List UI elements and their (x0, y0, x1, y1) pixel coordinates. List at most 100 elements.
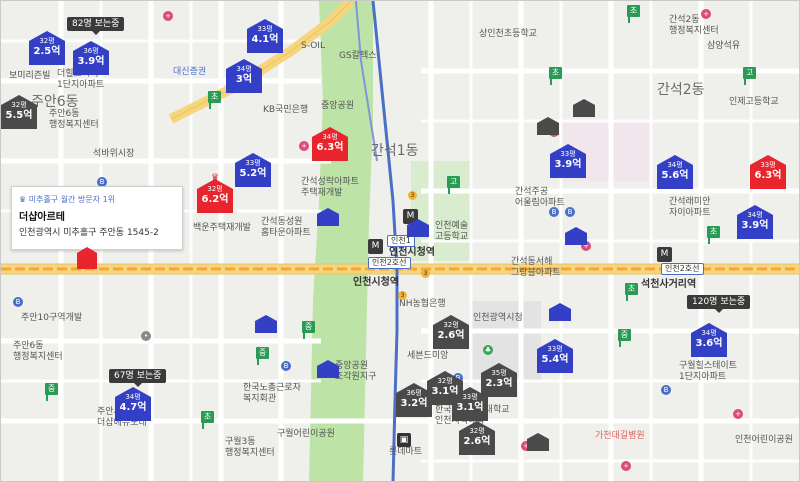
pin-price: 3.9억 (77, 56, 105, 67)
listing-marker[interactable] (565, 227, 587, 245)
listing-pin[interactable]: 33평 5.2억 (235, 153, 271, 189)
listing-marker[interactable] (573, 99, 595, 117)
popup-rank-text: 미추홀구 월간 방문자 1위 (28, 195, 116, 204)
listing-marker[interactable] (317, 208, 339, 226)
bus-stop-icon: B (281, 361, 291, 371)
school-icon[interactable]: 중 (302, 321, 315, 339)
hospital-icon: + (299, 141, 309, 151)
label-gs: GS칼텍스 (339, 51, 377, 61)
crown-icon: ♛ (210, 173, 220, 183)
label-ganseok2-office: 간석2동 행정복지센터 (669, 15, 719, 36)
map-canvas[interactable]: 주안6동 간석2동 간석1동 주안6동 행정복지센터 더힐트시티 1단지아파트 … (0, 0, 800, 482)
label-daesin: 대신증권 (173, 67, 207, 77)
school-icon[interactable]: 중 (618, 329, 631, 347)
school-icon[interactable]: 중 (45, 383, 58, 401)
pin-price: 5.2억 (239, 168, 267, 179)
label-city-hall-station: 인천시청역 (353, 277, 399, 288)
pin-size: 32평 (443, 321, 459, 329)
listing-pin[interactable]: 32평 2.6억 (459, 421, 495, 457)
label-juan10: 주안10구역개발 (21, 313, 83, 323)
listing-pin[interactable]: 34평 3억 (226, 59, 262, 95)
label-incheon-city-office: 인천광역시청 (473, 313, 523, 323)
school-icon[interactable]: 초 (208, 91, 221, 109)
label-gachon: 가천대길병원 (595, 431, 645, 441)
hospital-icon: + (163, 11, 173, 21)
pin-size: 36평 (83, 47, 99, 55)
label-juan6dong-office2: 주안6동 행정복지센터 (13, 341, 63, 362)
listing-pin[interactable]: 32평 5.5억 (1, 95, 37, 131)
label-incheon-child-park: 인천어린이공원 (735, 435, 793, 445)
school-icon[interactable]: 중 (256, 347, 269, 365)
listing-pin[interactable]: 34평 3.9억 (737, 205, 773, 241)
pin-price: 5.4억 (541, 354, 569, 365)
listing-marker[interactable] (549, 303, 571, 321)
mart-icon[interactable]: ▣ (397, 433, 411, 447)
listing-pin[interactable]: 34평 6.3억 (312, 127, 348, 163)
school-icon[interactable]: 초 (627, 5, 640, 23)
listing-marker[interactable] (407, 219, 429, 237)
pin-price: 6.2억 (201, 194, 229, 205)
metro-icon-3[interactable]: M (657, 247, 672, 262)
bus-stop-icon: B (565, 207, 575, 217)
school-icon[interactable]: 초 (625, 283, 638, 301)
school-icon[interactable]: 초 (549, 67, 562, 85)
exit-number-3: 3 (398, 291, 407, 300)
school-icon[interactable]: 고 (743, 67, 756, 85)
label-sweden: 세븐드미앙 (407, 351, 449, 361)
listing-marker[interactable] (537, 117, 559, 135)
label-incheon-arts: 인천예술 고등학교 (435, 221, 469, 242)
listing-pin[interactable]: 33평 4.1억 (247, 19, 283, 55)
label-central-park: 중앙공원 (321, 101, 355, 111)
pin-size: 34평 (236, 65, 252, 73)
school-icon[interactable]: 초 (201, 411, 214, 429)
listing-pin[interactable]: 33평 3.9억 (550, 144, 586, 180)
viewers-tag: 120명 보는중 (687, 295, 751, 313)
pin-size: 33평 (462, 393, 478, 401)
label-guwol-child: 구월어린이공원 (277, 429, 335, 439)
listing-pin[interactable]: 34평 5.6억 (657, 155, 693, 191)
label-nh-bank: NH농협은행 (399, 299, 446, 309)
listing-pin[interactable]: 34평 3.6억 (691, 323, 727, 359)
post-icon: • (141, 331, 151, 341)
pin-price: 3.9억 (554, 159, 582, 170)
label-kb-bank: KB국민은행 (263, 105, 309, 115)
listing-marker[interactable] (317, 360, 339, 378)
bus-stop-icon: B (549, 207, 559, 217)
label-mall: 롯데마트 (389, 447, 423, 457)
listing-pin[interactable]: 32평 2.5억 (29, 31, 65, 67)
pin-size: 32평 (437, 377, 453, 385)
label-ganseok2dong: 간석2동 (657, 82, 705, 98)
pin-size: 34평 (322, 133, 338, 141)
exit-number-2: 3 (408, 191, 417, 200)
label-ganseok-renaissance: 간석래미안 자이아파트 (669, 197, 711, 218)
listing-popup[interactable]: ♛ 미추홀구 월간 방문자 1위 더샵아르테 인천광역시 미추홀구 주안동 15… (11, 186, 183, 250)
label-juan6-office: 주안6동 행정복지센터 (49, 109, 99, 130)
listing-marker[interactable] (255, 315, 277, 333)
pin-size: 34평 (747, 211, 763, 219)
listing-pin[interactable]: 34평 4.7억 (115, 387, 151, 423)
listing-pin[interactable]: 33평 3.1억 (452, 387, 488, 423)
listing-pin[interactable]: 33평 6.3억 (750, 155, 786, 191)
selected-listing-marker[interactable] (77, 247, 97, 269)
listing-pin[interactable]: 36평 3.9억 (73, 41, 109, 77)
label-sangmi: 삼양석유 (707, 41, 741, 51)
label-hankuk-labor: 한국노총근로자 복지회관 (243, 383, 301, 404)
listing-marker[interactable] (527, 433, 549, 451)
metro-icon-1[interactable]: M (368, 239, 383, 254)
label-ganseok-grand: 간석동서해 그랑블아파트 (511, 257, 561, 278)
station-badge-1: 인천2호선 (368, 257, 411, 269)
pin-price: 3.9억 (741, 220, 769, 231)
pin-size: 34평 (125, 393, 141, 401)
school-icon[interactable]: 고 (447, 176, 460, 194)
school-icon[interactable]: 초 (707, 226, 720, 244)
pin-size: 34평 (701, 329, 717, 337)
pin-size: 33평 (245, 159, 261, 167)
station-badge-2: 인천2호선 (661, 263, 704, 275)
pin-size: 32평 (469, 427, 485, 435)
label-guwol-hillstate: 구월힐스테이트 1단지아파트 (679, 361, 737, 382)
listing-pin[interactable]: 32평 2.6억 (433, 315, 469, 351)
pin-price: 2.6억 (463, 436, 491, 447)
pin-size: 32평 (11, 101, 27, 109)
listing-pin[interactable]: 33평 5.4억 (537, 339, 573, 375)
listing-pin[interactable]: ♛ 32평 6.2억 (197, 174, 233, 215)
